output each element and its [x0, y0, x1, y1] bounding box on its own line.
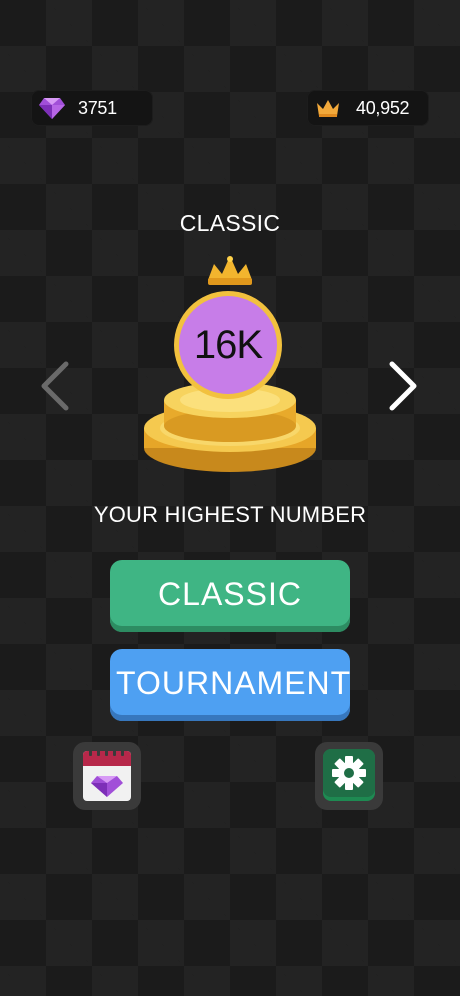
best-score-label: YOUR HIGHEST NUMBER	[93, 502, 367, 527]
tournament-button-label: TOURNAMENT	[116, 664, 352, 701]
chevron-left-icon[interactable]	[36, 360, 76, 412]
gem-icon	[39, 98, 65, 119]
mode-title: CLASSIC	[179, 210, 281, 236]
gems-value: 3751	[78, 98, 117, 118]
crowns-value: 40,952	[356, 98, 410, 118]
calendar-gem-icon	[83, 747, 131, 801]
daily-reward-button[interactable]	[73, 742, 141, 810]
classic-button-label: CLASSIC	[158, 575, 302, 612]
tournament-button[interactable]: TOURNAMENT	[110, 649, 350, 721]
crown-icon	[317, 100, 339, 117]
settings-button[interactable]	[315, 742, 383, 810]
best-score-value: 16K	[193, 322, 263, 367]
classic-button[interactable]: CLASSIC	[110, 560, 350, 632]
gems-counter: 3751	[31, 90, 153, 126]
chevron-right-icon[interactable]	[382, 360, 422, 412]
crowns-counter: 40,952	[307, 90, 429, 126]
gear-icon	[323, 749, 375, 801]
crown-icon	[208, 256, 252, 285]
